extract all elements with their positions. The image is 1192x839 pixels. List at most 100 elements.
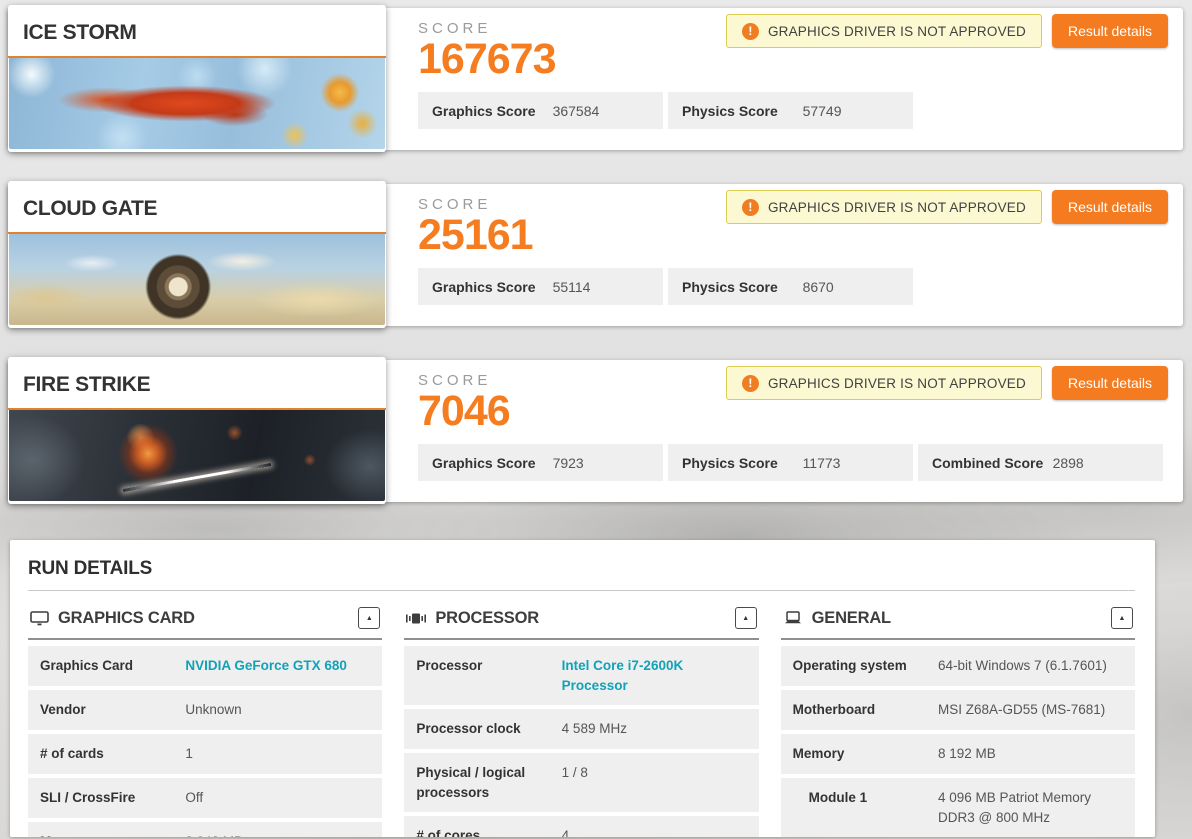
processor-link[interactable]: Intel Core i7-2600K Processor — [562, 656, 747, 695]
row-value: MSI Z68A-GD55 (MS-7681) — [938, 702, 1106, 717]
row-value: 1 — [185, 746, 193, 761]
subscore-label: Physics Score — [682, 278, 778, 295]
subscore-label: Graphics Score — [432, 454, 536, 471]
subscore-label: Combined Score — [932, 454, 1044, 471]
subscore-cell: Graphics Score 55114 — [418, 268, 663, 305]
subscore-value: 8670 — [802, 278, 834, 295]
divider — [404, 638, 759, 640]
row-label: Processor clock — [416, 721, 521, 737]
chip-icon — [406, 612, 427, 625]
row-value: Unknown — [185, 702, 242, 717]
row-label: Graphics Card — [40, 658, 134, 673]
section-graphics-card: GRAPHICS CARD ▲ Graphics Card NVIDIA GeF… — [28, 605, 383, 837]
divider — [780, 638, 1135, 640]
row-label: SLI / CrossFire — [40, 790, 136, 805]
table-row: # of cores 4 — [404, 816, 759, 837]
subscore-value: 55114 — [552, 278, 591, 295]
benchmark-title: ICE STORM — [23, 21, 137, 44]
warning-text: GRAPHICS DRIVER IS NOT APPROVED — [767, 375, 1026, 391]
driver-warning-badge: ! GRAPHICS DRIVER IS NOT APPROVED — [725, 14, 1042, 48]
benchmark-title: CLOUD GATE — [23, 197, 158, 220]
benchmark-thumbnail-card: CLOUD GATE — [8, 181, 386, 328]
row-value: 4 096 MB Patriot Memory DDR3 @ 800 MHz — [938, 790, 1092, 825]
graphics-card-link[interactable]: NVIDIA GeForce GTX 680 — [185, 656, 370, 676]
sword-glow-decoration — [122, 462, 271, 492]
subscore-label: Physics Score — [682, 454, 778, 471]
warning-text: GRAPHICS DRIVER IS NOT APPROVED — [767, 23, 1026, 39]
subscore-label: Physics Score — [682, 102, 778, 119]
laptop-icon — [783, 611, 803, 625]
divider — [28, 590, 1135, 591]
warning-text: GRAPHICS DRIVER IS NOT APPROVED — [767, 199, 1026, 215]
row-label: Operating system — [792, 658, 907, 673]
collapse-section-button[interactable]: ▲ — [734, 607, 757, 629]
section-processor: PROCESSOR ▲ Processor Intel Core i7-2600… — [404, 605, 759, 837]
run-details-title: RUN DETAILS — [28, 558, 153, 579]
monitor-icon — [30, 610, 49, 626]
result-details-button[interactable]: Result details — [1051, 14, 1168, 48]
table-row: Graphics Card NVIDIA GeForce GTX 680 — [28, 646, 383, 686]
table-row: Module 1 4 096 MB Patriot Memory DDR3 @ … — [780, 778, 1135, 837]
row-label: Memory — [40, 832, 185, 837]
subscore-label: Graphics Score — [432, 102, 536, 119]
run-details-panel: RUN DETAILS GRAPHICS CARD ▲ Graphics Car… — [10, 540, 1155, 837]
subscore-value: 11773 — [802, 454, 841, 471]
result-details-button[interactable]: Result details — [1051, 366, 1168, 400]
section-title: GRAPHICS CARD — [58, 608, 195, 627]
benchmark-thumbnail-card: FIRE STRIKE — [8, 357, 386, 504]
row-label: Motherboard — [792, 702, 876, 717]
row-label: Memory — [792, 746, 845, 761]
row-value: 8 192 MB — [938, 746, 996, 761]
driver-warning-badge: ! GRAPHICS DRIVER IS NOT APPROVED — [725, 190, 1042, 224]
row-value: 2 048 MB — [185, 832, 370, 837]
benchmark-card-cloud-gate: ! GRAPHICS DRIVER IS NOT APPROVED Result… — [8, 181, 1183, 328]
section-title: GENERAL — [811, 608, 891, 627]
section-title: PROCESSOR — [435, 608, 539, 627]
benchmark-card-fire-strike: ! GRAPHICS DRIVER IS NOT APPROVED Result… — [8, 357, 1183, 504]
table-row: Processor clock 4 589 MHz — [404, 709, 759, 750]
table-row: Vendor Unknown — [28, 690, 383, 730]
warning-icon: ! — [741, 22, 759, 40]
subscore-value: 57749 — [802, 102, 842, 119]
table-row: SLI / CrossFire Off — [28, 778, 383, 818]
subscore-cell: Graphics Score 7923 — [418, 444, 663, 481]
subscore-value: 7923 — [552, 454, 584, 471]
table-row: Physical / logical processors 1 / 8 — [404, 753, 759, 813]
table-row: Memory 8 192 MB — [780, 734, 1135, 774]
row-label: Physical / logical processors — [416, 765, 526, 800]
row-label: Vendor — [40, 702, 86, 717]
table-row: Memory 2 048 MB — [28, 822, 383, 837]
subscore-cell: Physics Score 11773 — [668, 444, 913, 481]
subscore-label: Graphics Score — [432, 278, 536, 295]
subscore-value: 2898 — [1052, 454, 1084, 471]
fire-strike-scene-image — [9, 410, 385, 501]
benchmark-card-ice-storm: ! GRAPHICS DRIVER IS NOT APPROVED Result… — [8, 5, 1183, 152]
subscore-cell: Physics Score 57749 — [668, 92, 913, 129]
cloud-gate-scene-image — [9, 234, 385, 325]
ice-storm-scene-image — [9, 58, 385, 149]
warning-icon: ! — [741, 374, 759, 392]
table-row: Processor Intel Core i7-2600K Processor — [404, 646, 759, 706]
benchmark-thumbnail-card: ICE STORM — [8, 5, 386, 152]
subscore-cell: Physics Score 8670 — [668, 268, 913, 305]
row-label: # of cores — [416, 828, 481, 837]
result-details-button[interactable]: Result details — [1051, 190, 1168, 224]
collapse-section-button[interactable]: ▲ — [358, 607, 381, 629]
driver-warning-badge: ! GRAPHICS DRIVER IS NOT APPROVED — [725, 366, 1042, 400]
row-label: Processor — [416, 658, 483, 673]
section-general: GENERAL ▲ Operating system 64-bit Window… — [780, 605, 1135, 837]
warning-icon: ! — [741, 198, 759, 216]
benchmark-title: FIRE STRIKE — [23, 373, 151, 396]
row-value: 4 — [561, 828, 570, 837]
table-row: # of cards 1 — [28, 734, 383, 774]
table-row: Motherboard MSI Z68A-GD55 (MS-7681) — [780, 690, 1135, 730]
collapse-section-button[interactable]: ▲ — [1110, 607, 1133, 629]
subscore-value: 367584 — [552, 102, 600, 119]
divider — [28, 638, 383, 640]
row-value: Off — [185, 790, 204, 805]
row-value: 64-bit Windows 7 (6.1.7601) — [938, 658, 1107, 673]
table-row: Operating system 64-bit Windows 7 (6.1.7… — [780, 646, 1135, 686]
row-value: 1 / 8 — [561, 765, 588, 781]
row-label: Module 1 — [808, 790, 868, 805]
subscore-cell: Combined Score 2898 — [918, 444, 1163, 481]
